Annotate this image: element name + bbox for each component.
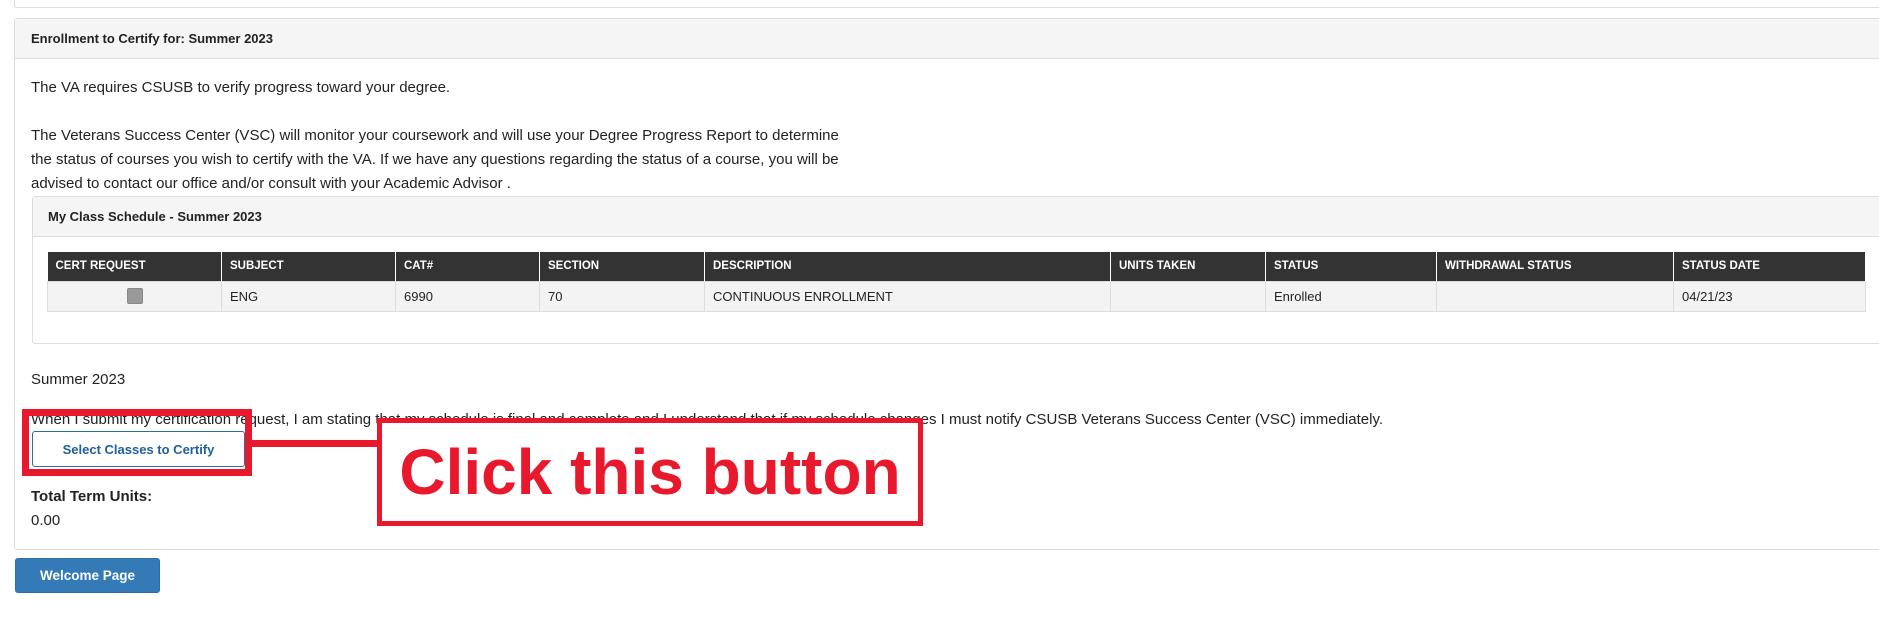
va-requirement-text: The VA requires CSUSB to verify progress… <box>31 79 451 96</box>
col-cert-request: CERT REQUEST <box>47 252 222 281</box>
vsc-monitor-text: The Veterans Success Center (VSC) will m… <box>31 127 839 192</box>
select-classes-button[interactable]: Select Classes to Certify <box>32 431 245 467</box>
total-term-units-value: 0.00 <box>31 512 61 529</box>
enrollment-panel-heading: Enrollment to Certify for: Summer 2023 <box>15 19 1879 59</box>
withdrawal-status-cell <box>1436 280 1674 312</box>
term-label: Summer 2023 <box>31 371 126 388</box>
status-date-cell: 04/21/23 <box>1673 280 1866 312</box>
status-cell: Enrolled <box>1265 280 1437 312</box>
cert-request-checkbox[interactable] <box>126 288 143 305</box>
col-subject: SUBJECT <box>221 252 396 281</box>
col-status-date: STATUS DATE <box>1673 252 1866 281</box>
total-term-units-label: Total Term Units: <box>31 488 153 505</box>
table-row: ENG 6990 70 CONTINUOUS ENROLLMENT Enroll… <box>47 280 1866 312</box>
class-schedule-heading: My Class Schedule - Summer 2023 <box>33 197 1879 237</box>
col-withdrawal-status: WITHDRAWAL STATUS <box>1436 252 1674 281</box>
col-description: DESCRIPTION <box>704 252 1111 281</box>
enrollment-panel: Enrollment to Certify for: Summer 2023 T… <box>14 18 1879 550</box>
cert-request-cell <box>47 280 222 312</box>
cat-cell: 6990 <box>395 280 540 312</box>
units-taken-cell <box>1110 280 1266 312</box>
col-section: SECTION <box>539 252 705 281</box>
welcome-page-button[interactable]: Welcome Page <box>15 558 160 593</box>
col-cat: CAT# <box>395 252 540 281</box>
table-header-row: CERT REQUEST SUBJECT CAT# SECTION DESCRI… <box>47 252 1866 281</box>
class-schedule-table: CERT REQUEST SUBJECT CAT# SECTION DESCRI… <box>47 252 1866 312</box>
subject-cell: ENG <box>221 280 396 312</box>
description-cell: CONTINUOUS ENROLLMENT <box>704 280 1111 312</box>
section-cell: 70 <box>539 280 705 312</box>
class-schedule-panel: My Class Schedule - Summer 2023 CERT REQ… <box>32 196 1879 344</box>
col-status: STATUS <box>1265 252 1437 281</box>
annotation-callout: Click this button <box>377 418 923 526</box>
previous-panel-edge <box>14 0 1879 8</box>
col-units-taken: UNITS TAKEN <box>1110 252 1266 281</box>
